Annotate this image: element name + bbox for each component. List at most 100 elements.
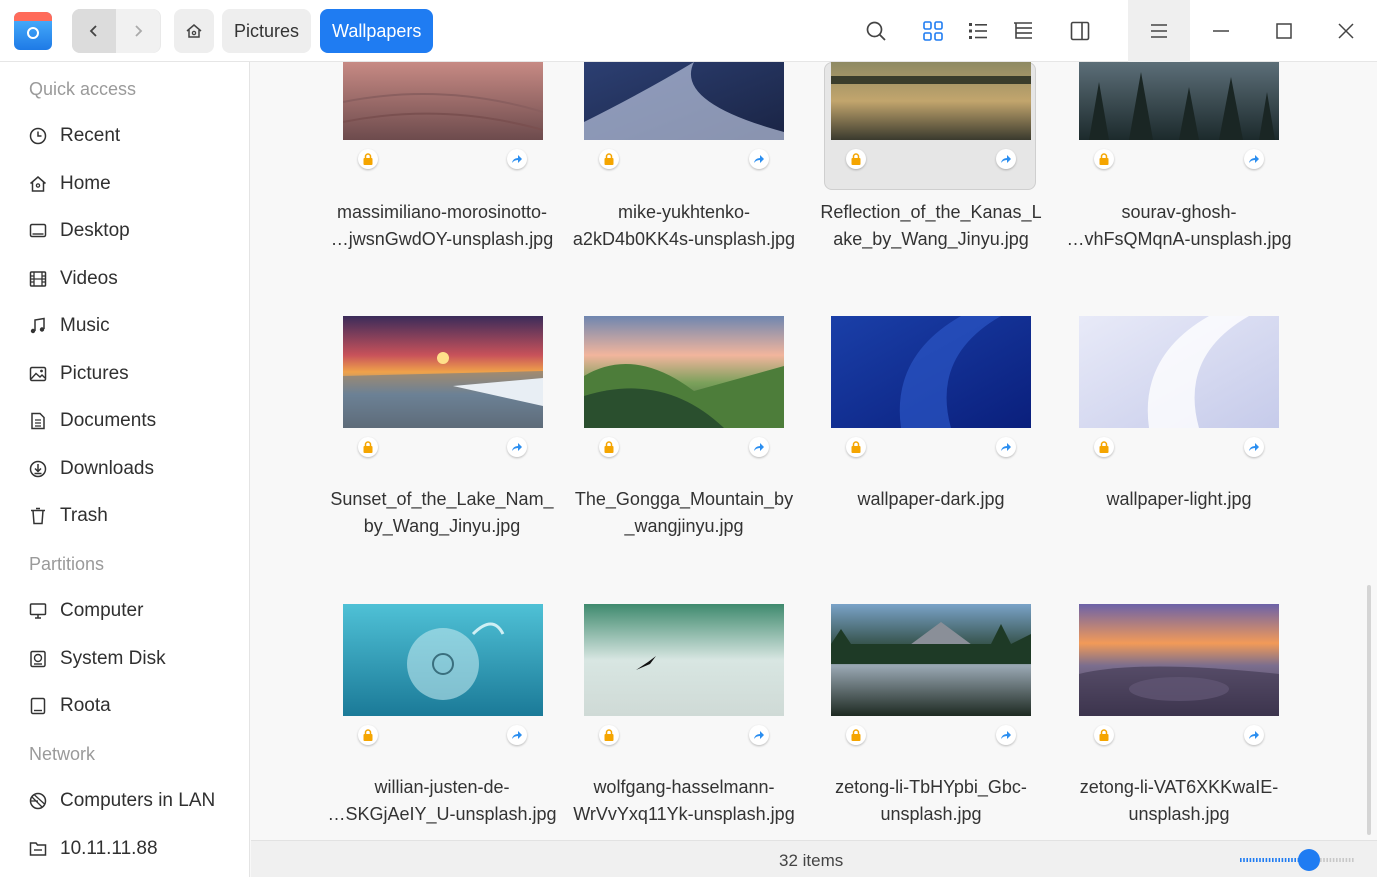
- sidebar-item-system-disk[interactable]: System Disk: [29, 641, 239, 677]
- file-name: mike-yukhtenko-a2kD4b0KK4s-unsplash.jpg: [572, 202, 796, 249]
- file-name: zetong-li-VAT6XKKwaIE-unsplash.jpg: [1079, 777, 1279, 824]
- file-thumbnail[interactable]: [831, 604, 1031, 716]
- file-thumbnail[interactable]: [584, 604, 784, 716]
- maximize-icon: [1276, 23, 1292, 39]
- vertical-scrollbar[interactable]: [1367, 585, 1371, 835]
- file-item[interactable]: [564, 62, 794, 200]
- file-item-selected[interactable]: [814, 62, 1044, 200]
- file-thumbnail: [584, 62, 784, 140]
- file-thumbnail: [1079, 62, 1279, 140]
- lock-icon: [1094, 437, 1114, 457]
- sidebar-item-recent[interactable]: Recent: [29, 118, 239, 154]
- icon-view-button[interactable]: [911, 9, 955, 53]
- file-thumbnail[interactable]: [1079, 316, 1279, 428]
- file-name: zetong-li-TbHYpbi_Gbc-unsplash.jpg: [835, 777, 1027, 824]
- sidebar-item-label: Music: [60, 315, 110, 336]
- share-icon: [507, 725, 527, 745]
- sidebar-item-label: Home: [60, 173, 111, 194]
- file-name: Sunset_of_the_Lake_Nam_ by_Wang_Jinyu.jpg: [330, 489, 554, 536]
- hamburger-menu-icon: [1151, 24, 1167, 38]
- file-thumbnail[interactable]: [831, 316, 1031, 428]
- maximize-button[interactable]: [1262, 9, 1306, 53]
- file-name: wallpaper-dark.jpg: [857, 489, 1005, 509]
- sidebar-item-downloads[interactable]: Downloads: [29, 451, 239, 487]
- breadcrumb-pictures[interactable]: Pictures: [222, 9, 312, 53]
- sidebar: Quick access Recent Home Desktop Videos …: [0, 62, 250, 877]
- sidebar-group-partitions: Partitions: [29, 554, 105, 574]
- tree-view-button[interactable]: [1001, 9, 1045, 53]
- file-thumbnail[interactable]: [584, 316, 784, 428]
- share-icon: [1244, 725, 1264, 745]
- lock-icon: [358, 725, 378, 745]
- search-icon: [866, 21, 886, 41]
- sidebar-item-roota[interactable]: Roota: [29, 688, 239, 724]
- sidebar-item-desktop[interactable]: Desktop: [29, 213, 239, 249]
- file-thumbnail[interactable]: [343, 604, 543, 716]
- file-grid: massimiliano-morosinotto- …jwsnGwdOY-unsp…: [251, 62, 1377, 840]
- sidebar-item-pictures[interactable]: Pictures: [29, 356, 239, 392]
- sidebar-item-documents[interactable]: Documents: [29, 403, 239, 439]
- trash-icon: [31, 507, 45, 525]
- sidebar-item-home[interactable]: Home: [29, 166, 239, 202]
- chevron-left-icon: [89, 25, 97, 37]
- back-button[interactable]: [72, 9, 116, 53]
- sidebar-item-videos[interactable]: Videos: [29, 261, 239, 297]
- share-icon: [749, 725, 769, 745]
- detail-panel-button[interactable]: [1058, 9, 1102, 53]
- chevron-right-icon: [135, 25, 143, 37]
- tree-view-icon: [1014, 22, 1032, 39]
- breadcrumb-home-button[interactable]: [174, 9, 214, 53]
- sidebar-item-label: Recent: [60, 125, 121, 146]
- file-thumbnail: [831, 62, 1031, 140]
- share-icon: [507, 437, 527, 457]
- sidebar-item-computers-in-lan[interactable]: Computers in LAN: [29, 783, 239, 819]
- file-name: The_Gongga_Mountain_by _wangjinyu.jpg: [574, 489, 794, 536]
- sidebar-item-trash[interactable]: Trash: [29, 498, 239, 534]
- zoom-slider[interactable]: [1239, 848, 1357, 872]
- file-item[interactable]: [323, 62, 553, 200]
- close-icon: [1338, 23, 1354, 39]
- disk-icon: [30, 650, 46, 668]
- main-menu-button[interactable]: [1128, 0, 1190, 62]
- search-button[interactable]: [854, 9, 898, 53]
- title-bar: Pictures Wallpapers: [0, 0, 1377, 62]
- computer-icon: [29, 603, 47, 619]
- forward-button[interactable]: [116, 9, 160, 53]
- sidebar-item-music[interactable]: Music: [29, 308, 239, 344]
- sidebar-group-quick-access: Quick access: [29, 79, 137, 99]
- minimize-button[interactable]: [1199, 9, 1243, 53]
- file-thumbnail[interactable]: [343, 316, 543, 428]
- share-icon: [749, 149, 769, 169]
- sidebar-item-label: Documents: [60, 410, 157, 431]
- sidebar-item-label: 10.11.11.88: [60, 838, 158, 859]
- file-name: massimiliano-morosinotto- …jwsnGwdOY-unsp…: [330, 202, 554, 249]
- breadcrumb-wallpapers[interactable]: Wallpapers: [320, 9, 434, 53]
- sidebar-item-computer[interactable]: Computer: [29, 593, 239, 629]
- share-icon: [996, 725, 1016, 745]
- file-thumbnail[interactable]: [1079, 604, 1279, 716]
- music-note-icon: [30, 317, 45, 334]
- home-icon: [186, 24, 202, 38]
- item-count: 32 items: [779, 851, 844, 870]
- close-button[interactable]: [1324, 9, 1368, 53]
- drive-icon: [30, 697, 46, 715]
- grid-view-icon: [923, 21, 943, 41]
- navigation-buttons: [72, 9, 161, 53]
- sidebar-item-label: Pictures: [60, 363, 129, 384]
- download-icon: [29, 460, 47, 478]
- share-icon: [996, 437, 1016, 457]
- lock-icon: [846, 437, 866, 457]
- sidebar-item-network-share[interactable]: 10.11.11.88: [29, 831, 239, 867]
- share-icon: [1244, 149, 1264, 169]
- file-name: wallpaper-light.jpg: [1106, 489, 1252, 509]
- list-view-button[interactable]: [956, 9, 1000, 53]
- desktop-icon: [29, 223, 47, 238]
- sidebar-item-label: Videos: [60, 268, 118, 289]
- minimize-icon: [1213, 30, 1229, 32]
- zoom-slider-handle: [1298, 849, 1320, 871]
- share-icon: [1244, 437, 1264, 457]
- sidebar-item-label: Downloads: [60, 458, 154, 479]
- network-folder-icon: [29, 842, 47, 856]
- file-item[interactable]: [1064, 62, 1294, 200]
- file-name: wolfgang-hasselmann- WrVvYxq11Yk-unsplash…: [573, 777, 795, 824]
